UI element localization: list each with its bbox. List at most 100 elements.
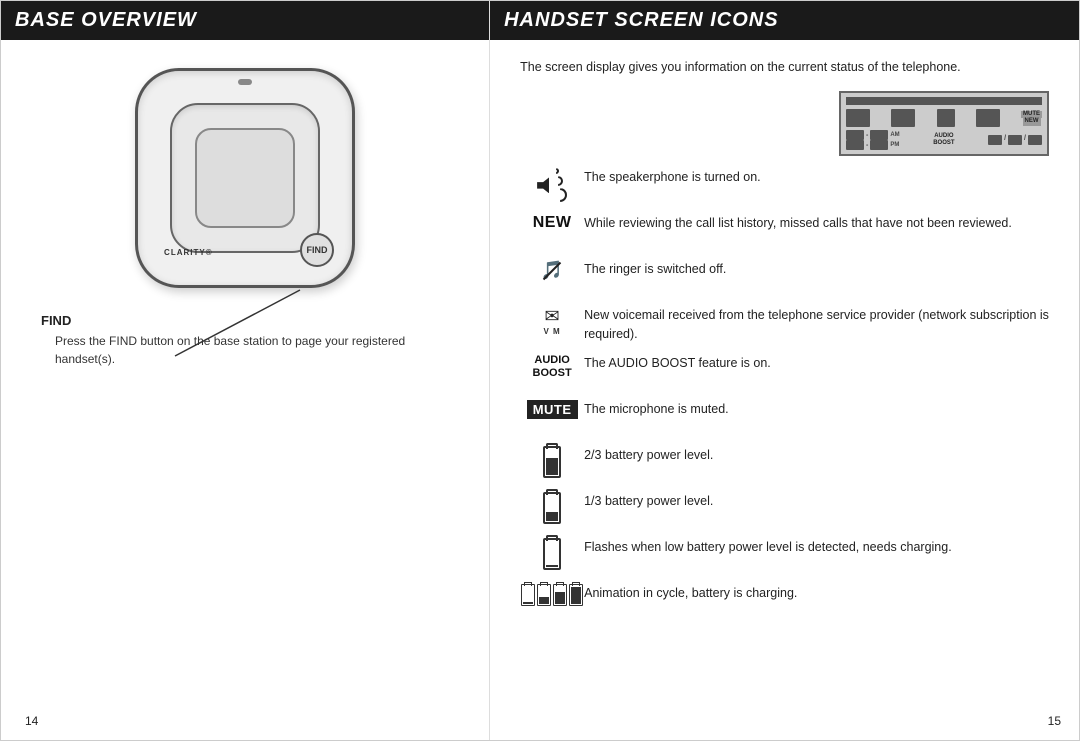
battery-fill-empty xyxy=(546,565,558,566)
icon-row-new: NEW While reviewing the call list histor… xyxy=(520,214,1049,250)
battery-two-thirds-icon xyxy=(543,446,561,478)
screen-date-seg-2 xyxy=(1008,135,1022,145)
device-screen xyxy=(195,128,295,228)
screen-new-label: NEW xyxy=(1023,118,1041,126)
screen-mute-new: MUTE NEW xyxy=(1021,111,1042,127)
left-section-title: BASE OVERVIEW xyxy=(1,1,489,40)
mute-desc: The microphone is muted. xyxy=(584,400,1049,419)
screen-icon-speaker xyxy=(891,109,915,127)
page: BASE OVERVIEW CLARITY® FIND xyxy=(0,0,1080,741)
clarity-text: CLARITY xyxy=(164,248,206,257)
screen-icon-ringer xyxy=(937,109,955,127)
find-button-label: FIND xyxy=(307,245,328,255)
ringer-desc: The ringer is switched off. xyxy=(584,260,1049,279)
speaker-wave-3 xyxy=(553,188,567,202)
page-number-left: 14 xyxy=(25,714,38,728)
screen-icons-row-2: - AM - PM AUDIOBOOST xyxy=(846,130,1042,150)
icon-row-battery-one-third: 1/3 battery power level. xyxy=(520,492,1049,528)
icon-row-battery-two-thirds: 2/3 battery power level. xyxy=(520,446,1049,482)
screen-icon-battery xyxy=(846,109,870,127)
screen-date-seg-1 xyxy=(988,135,1002,145)
icon-cell-battery-one-third xyxy=(520,492,584,524)
device-outer-shell: CLARITY® FIND xyxy=(135,68,355,288)
charge-bat-2 xyxy=(537,584,551,606)
screen-time-seg-1 xyxy=(846,130,864,140)
charge-bat-4 xyxy=(569,584,583,606)
voicemail-icon: ✉ V M xyxy=(543,306,560,336)
speakerphone-desc: The speakerphone is turned on. xyxy=(584,168,1049,187)
battery-one-third-icon xyxy=(543,492,561,524)
find-description: Press the FIND button on the base statio… xyxy=(41,332,459,368)
screen-date-seg-3 xyxy=(1028,135,1042,145)
new-icon: NEW xyxy=(533,214,572,232)
new-desc: While reviewing the call list history, m… xyxy=(584,214,1049,233)
right-panel: HANDSET SCREEN ICONS The screen display … xyxy=(490,1,1079,740)
speakerphone-icon xyxy=(537,168,567,202)
screen-time-top: - AM xyxy=(846,130,900,140)
icon-row-audio-boost: AUDIOBOOST The AUDIO BOOST feature is on… xyxy=(520,354,1049,390)
left-panel: BASE OVERVIEW CLARITY® FIND xyxy=(1,1,490,740)
find-button[interactable]: FIND xyxy=(300,233,334,267)
device-inner-shell xyxy=(170,103,320,253)
clarity-sup: ® xyxy=(206,248,213,257)
icon-row-battery-charging: Animation in cycle, battery is charging. xyxy=(520,584,1049,620)
screen-time-seg-2 xyxy=(870,130,888,140)
icon-row-ringer: 🎵 The ringer is switched off. xyxy=(520,260,1049,296)
icon-cell-battery-charging xyxy=(520,584,584,606)
speaker-waves xyxy=(553,168,567,202)
speaker-body xyxy=(537,177,549,193)
mute-icon: MUTE xyxy=(527,400,578,419)
screen-icon-mail xyxy=(976,109,1000,127)
icon-cell-new: NEW xyxy=(520,214,584,232)
battery-one-third-desc: 1/3 battery power level. xyxy=(584,492,1049,511)
find-arrow-area: FIND Press the FIND button on the base s… xyxy=(31,288,459,368)
screen-time-block: - AM - PM xyxy=(846,130,900,150)
battery-two-thirds-desc: 2/3 battery power level. xyxy=(584,446,1049,465)
clarity-logo: CLARITY® xyxy=(164,248,213,263)
ringer-off-icon: 🎵 xyxy=(541,260,563,281)
icon-row-speakerphone: The speakerphone is turned on. xyxy=(520,168,1049,204)
speaker-wave-1 xyxy=(553,168,559,174)
page-number-right: 15 xyxy=(1048,714,1061,728)
charge-bat-1 xyxy=(521,584,535,606)
icon-cell-speakerphone xyxy=(520,168,584,202)
screen-pm: PM xyxy=(890,142,899,148)
screen-mute-label: MUTE xyxy=(1021,111,1042,119)
icon-cell-audio-boost: AUDIOBOOST xyxy=(520,354,584,380)
battery-charging-icon xyxy=(521,584,583,606)
screen-time-seg-4 xyxy=(870,140,888,150)
device-illustration: CLARITY® FIND FIND Press the FIND button… xyxy=(31,58,459,710)
icon-cell-voicemail: ✉ V M xyxy=(520,306,584,336)
screen-time-seg-3 xyxy=(846,140,864,150)
find-label-area: FIND Press the FIND button on the base s… xyxy=(41,313,459,368)
screen-icons-row-1: MUTE NEW xyxy=(846,109,1042,127)
speaker-wave-2 xyxy=(553,176,563,186)
intro-text: The screen display gives you information… xyxy=(520,58,1049,77)
screen-am: AM xyxy=(890,132,899,138)
audio-boost-desc: The AUDIO BOOST feature is on. xyxy=(584,354,1049,373)
icon-row-battery-empty: Flashes when low battery power level is … xyxy=(520,538,1049,574)
mail-envelope: ✉ xyxy=(545,306,560,327)
icon-cell-mute: MUTE xyxy=(520,400,584,419)
screen-display-area: MUTE NEW - AM - xyxy=(520,91,1049,156)
battery-charging-desc: Animation in cycle, battery is charging. xyxy=(584,584,1049,603)
icon-row-mute: MUTE The microphone is muted. xyxy=(520,400,1049,436)
device-notch xyxy=(238,79,252,85)
icon-cell-battery-two-thirds xyxy=(520,446,584,478)
battery-empty-desc: Flashes when low battery power level is … xyxy=(584,538,1049,557)
screen-mockup-box: MUTE NEW - AM - xyxy=(839,91,1049,156)
screen-audio-boost-label: AUDIOBOOST xyxy=(933,133,954,147)
battery-fill-two-thirds xyxy=(546,458,558,475)
right-section-title: HANDSET SCREEN ICONS xyxy=(490,1,1079,40)
screen-time-bottom: - PM xyxy=(846,140,900,150)
icon-row-voicemail: ✉ V M New voicemail received from the te… xyxy=(520,306,1049,344)
charge-bat-3 xyxy=(553,584,567,606)
icon-cell-battery-empty xyxy=(520,538,584,570)
screen-date-block: / / xyxy=(988,135,1042,145)
battery-fill-one-third xyxy=(546,512,558,521)
icon-cell-ringer: 🎵 xyxy=(520,260,584,281)
find-label-title: FIND xyxy=(41,313,459,328)
vm-label: V M xyxy=(543,327,560,336)
voicemail-desc: New voicemail received from the telephon… xyxy=(584,306,1049,344)
battery-empty-icon xyxy=(543,538,561,570)
